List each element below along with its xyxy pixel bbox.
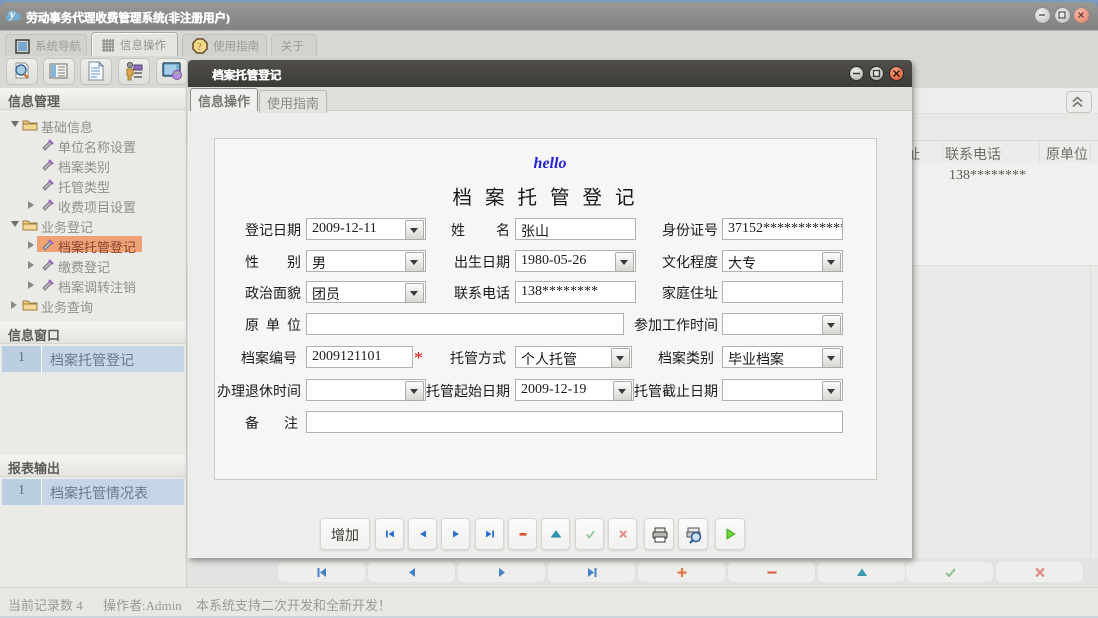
svg-text:?: ? <box>197 42 202 53</box>
